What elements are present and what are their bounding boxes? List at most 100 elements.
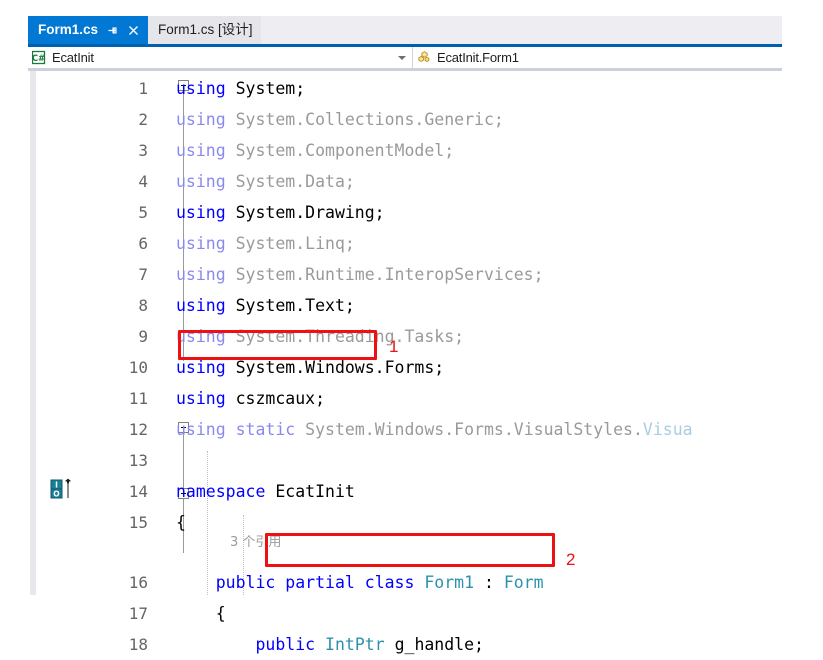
code-token: cszmcaux; (225, 389, 326, 408)
code-token: using (176, 141, 226, 160)
line-number: 15 (128, 513, 148, 532)
code-line[interactable]: 3 using System.ComponentModel; (0, 135, 823, 166)
annotation-label-1: 1 (389, 337, 399, 356)
line-number: 16 (128, 573, 148, 592)
code-token: namespace (176, 482, 266, 501)
namespace-dropdown[interactable]: C# EcatInit (28, 47, 413, 68)
annotation-box-1 (178, 330, 377, 360)
code-token: using (176, 172, 226, 191)
line-number: 14 (128, 482, 148, 501)
line-number: 3 (138, 141, 148, 160)
code-line-text: public IntPtr g_handle; (176, 629, 823, 660)
code-editor-surface[interactable]: I O 3 个引用 1 using System; 2 using System.Co… (0, 71, 823, 654)
line-number: 18 (128, 635, 148, 654)
code-token: { (176, 513, 186, 532)
pin-icon[interactable] (106, 24, 119, 37)
code-line-text: using System.Collections.Generic; (176, 104, 823, 135)
code-line-text: using System.Text; (176, 290, 823, 321)
code-line[interactable]: 6 using System.Linq; (0, 228, 823, 259)
code-token: : (474, 573, 504, 592)
code-line-text: namespace EcatInit (176, 476, 823, 507)
code-line[interactable]: 18 public IntPtr g_handle; (0, 629, 823, 660)
code-token: System.Collections.Generic; (225, 110, 504, 129)
code-token: IntPtr (325, 635, 385, 654)
code-token: System.Windows.Forms.VisualStyles. (295, 420, 643, 439)
tab-form1-cs-design[interactable]: Form1.cs [设计] (148, 16, 261, 44)
code-line[interactable]: 2 using System.Collections.Generic; (0, 104, 823, 135)
code-token: using (176, 358, 226, 377)
code-line[interactable]: 14 namespace EcatInit (0, 476, 823, 507)
code-token: System; (225, 79, 306, 98)
line-number: 8 (138, 296, 148, 315)
line-number: 11 (128, 389, 148, 408)
code-lines-container: 1 using System; 2 using System.Collections.… (0, 71, 823, 654)
code-token: System.Drawing; (225, 203, 385, 222)
code-line[interactable]: 10 using System.Windows.Forms; (0, 352, 823, 383)
code-token: System.Linq; (225, 234, 355, 253)
line-number: 6 (138, 234, 148, 253)
chevron-down-icon[interactable] (398, 55, 406, 60)
code-line[interactable]: 16 public partial class Form1 : Form (0, 567, 823, 598)
code-line[interactable]: 17 { (0, 598, 823, 629)
code-token: System.Data; (225, 172, 355, 191)
line-number: 9 (138, 327, 148, 346)
code-token: using (176, 234, 226, 253)
code-token: public partial class (215, 573, 415, 592)
line-number: 13 (128, 451, 148, 470)
code-token: using (176, 203, 226, 222)
tab-form1-cs[interactable]: Form1.cs (28, 16, 149, 44)
code-line-text: using System.ComponentModel; (176, 135, 823, 166)
line-number: 1 (138, 79, 148, 98)
annotation-label-2: 2 (566, 550, 576, 569)
code-token: System.Windows.Forms; (225, 358, 445, 377)
code-line[interactable]: 4 using System.Data; (0, 166, 823, 197)
code-line-text: using System; (176, 73, 823, 104)
code-line[interactable]: 9 using System.Threading.Tasks; (0, 321, 823, 352)
code-token: { (176, 604, 226, 623)
svg-text:C#: C# (32, 54, 45, 64)
line-number: 5 (138, 203, 148, 222)
code-token: using static (176, 420, 296, 439)
code-line[interactable]: 12 using static System.Windows.Forms.Visu… (0, 414, 823, 445)
line-number: 2 (138, 110, 148, 129)
line-number: 4 (138, 172, 148, 191)
vs-editor-window: Form1.cs Form1.cs [设计] C# EcatInit EcatI… (0, 0, 823, 654)
tab-label: Form1.cs (38, 22, 99, 38)
code-line[interactable]: 5 using System.Drawing; (0, 197, 823, 228)
class-dropdown-value: EcatInit.Form1 (437, 50, 519, 65)
code-line-text: using System.Drawing; (176, 197, 823, 228)
code-token: Form (503, 573, 544, 592)
line-number: 10 (128, 358, 148, 377)
csharp-namespace-icon: C# (32, 50, 47, 65)
code-token: using (176, 265, 226, 284)
code-line[interactable]: 13 (0, 445, 823, 476)
code-line[interactable]: 1 using System; (0, 73, 823, 104)
code-line-text: { (176, 598, 823, 629)
code-token: using (176, 389, 226, 408)
class-dropdown[interactable]: EcatInit.Form1 (413, 47, 782, 68)
code-token: using (176, 296, 226, 315)
code-token: public (255, 635, 316, 654)
code-line-text: using System.Runtime.InteropServices; (176, 259, 823, 290)
navigation-bar: C# EcatInit EcatInit.Form1 (28, 47, 782, 68)
code-token: EcatInit (265, 482, 355, 501)
annotation-box-2 (265, 533, 555, 567)
code-line-text: using System.Linq; (176, 228, 823, 259)
code-token: System.Runtime.InteropServices; (225, 265, 544, 284)
editor-tab-strip: Form1.cs Form1.cs [设计] (28, 16, 782, 44)
code-line[interactable]: 7 using System.Runtime.InteropServices; (0, 259, 823, 290)
code-line-text: using static System.Windows.Forms.Visual… (176, 414, 823, 445)
close-icon[interactable] (127, 24, 140, 37)
code-token: System.Text; (225, 296, 355, 315)
code-line-text: using System.Data; (176, 166, 823, 197)
code-line[interactable]: 11 using cszmcaux; (0, 383, 823, 414)
code-line[interactable]: 8 using System.Text; (0, 290, 823, 321)
code-token: g_handle; (384, 635, 484, 654)
code-token: Form1 (424, 573, 475, 592)
code-token: Visua (642, 420, 693, 439)
code-line-text: using cszmcaux; (176, 383, 823, 414)
code-token: using (176, 110, 226, 129)
code-token: using (176, 79, 226, 98)
